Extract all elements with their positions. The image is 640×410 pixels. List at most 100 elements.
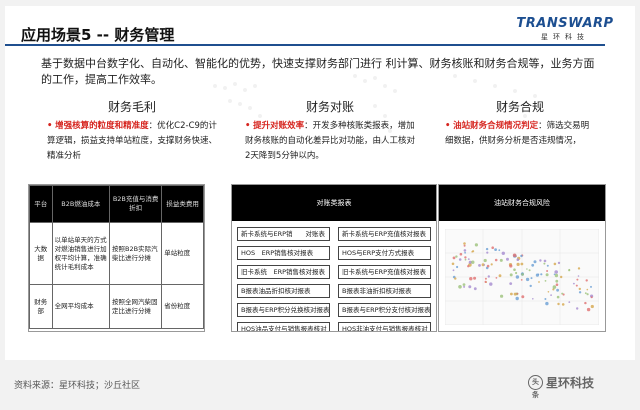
scatter-dot xyxy=(451,262,455,266)
scatter-dot xyxy=(467,265,470,268)
scatter-dot xyxy=(584,301,587,305)
scatter-dot xyxy=(586,307,591,312)
scatter-dot xyxy=(533,260,537,264)
scatter-dot xyxy=(545,273,549,277)
column-body: • 油站财务合规情况判定：筛选交易明细数据，供财务分析是否违规情况， xyxy=(445,119,595,149)
scatter-dot xyxy=(464,258,467,261)
scatter-dot xyxy=(576,307,579,310)
column-title: 财务对账 xyxy=(305,100,354,114)
scatter-dot xyxy=(586,293,589,296)
scatter-dot xyxy=(513,268,516,271)
scatter-dot xyxy=(520,254,523,258)
scatter-dot xyxy=(500,294,504,298)
scatter-dot xyxy=(530,277,533,280)
scatter-dot xyxy=(515,275,520,279)
scatter-dot xyxy=(568,301,571,303)
table-cell: 以单站单天的方式对燃油销售进行加权平均计算，准确统计毛利成本 xyxy=(51,222,111,285)
scatter-dot xyxy=(490,263,493,266)
scatter-dot xyxy=(546,264,549,267)
scatter-dot xyxy=(458,285,462,289)
slide: 应用场景5 -- 财务管理 TRANSWARP 星环科技 基于数据中台数字化、自… xyxy=(5,6,635,360)
table-cell: 省份粒度 xyxy=(161,284,204,329)
scatter-dot xyxy=(546,270,549,272)
report-list: 新卡系统与ERP销 对账表 新卡系统与ERP充值核对报表 HOS ERP销售核对… xyxy=(232,221,436,331)
scatter-dot xyxy=(552,285,557,289)
table-cell: 按照B2B实际汽柴比进行分摊 xyxy=(109,222,163,285)
report-item: 旧卡系统 ERP销售核对报表 xyxy=(237,265,330,279)
report-item: HOS ERP销售核对报表 xyxy=(237,246,330,260)
toutiao-icon: 头条 xyxy=(528,375,543,399)
bullet-icon: • xyxy=(445,121,451,131)
scatter-dot xyxy=(513,292,517,296)
scatter-dot xyxy=(456,265,459,269)
scatter-dot xyxy=(568,269,571,272)
table-cell: 大数据 xyxy=(29,222,53,285)
scatter-dot xyxy=(494,258,498,262)
scatter-dot xyxy=(463,244,466,247)
table-row: 财务部 全网平均成本 按照全网汽柴固定比进行分摊 省份粒度 xyxy=(29,284,204,329)
scatter-dot xyxy=(455,255,458,258)
scatter-dot xyxy=(483,264,486,266)
report-item: 新卡系统与ERP销 对账表 xyxy=(237,227,330,241)
table-header-cell: 平台 xyxy=(29,185,53,223)
scatter-dot xyxy=(510,292,513,296)
scatter-dot xyxy=(509,273,513,277)
column-highlight: 提升对账效率 xyxy=(253,121,305,131)
scatter-dot xyxy=(576,278,579,281)
scatter-dot xyxy=(532,298,534,300)
scatter-dot xyxy=(506,257,509,261)
scatter-dot xyxy=(520,279,523,281)
scatter-dot xyxy=(585,279,588,282)
scatter-dot xyxy=(555,279,559,283)
scatter-dot xyxy=(529,284,532,288)
scatter-dot xyxy=(467,258,470,260)
scatter-dot xyxy=(463,285,466,288)
scatter-dot xyxy=(452,256,456,260)
report-item: 旧卡系统与ERP充值核对报表 xyxy=(338,265,431,279)
reconciliation-reports-panel: 对账类报表 新卡系统与ERP销 对账表 新卡系统与ERP充值核对报表 HOS E… xyxy=(231,184,437,332)
column-title: 财务毛利 xyxy=(107,100,156,114)
title-divider xyxy=(5,44,605,46)
scatter-dot xyxy=(555,283,559,286)
scatter-dot xyxy=(575,284,578,287)
scatter-dot xyxy=(516,262,520,266)
scatter-dot xyxy=(553,273,556,276)
table-header-cell: B2B充值与消费折扣 xyxy=(109,185,163,223)
scatter-dot xyxy=(538,281,540,283)
column-title: 财务合规 xyxy=(495,100,544,114)
scatter-dot xyxy=(540,273,543,276)
scatter-dot xyxy=(486,264,490,268)
report-item: B报表与ERP积分支付核对报表 xyxy=(338,303,431,317)
scatter-dot xyxy=(498,249,501,252)
scatter-dot xyxy=(463,249,467,252)
intro-paragraph: 基于数据中台数字化、自动化、智能化的优势，快速支撑财务部门进行 利计算、财务核账… xyxy=(41,57,595,86)
table-cell: 按照全网汽柴固定比进行分摊 xyxy=(109,284,163,329)
scatter-dot xyxy=(498,274,502,278)
scatter-dot xyxy=(531,263,535,267)
scatter-dot xyxy=(590,285,592,288)
scatter-dot xyxy=(473,276,477,280)
column-compliance: 财务合规 • 油站财务合规情况判定：筛选交易明细数据，供财务分析是否违规情况， xyxy=(445,98,595,149)
scatter-dot xyxy=(557,261,561,265)
report-item: HOS与ERP支付方式报表 xyxy=(338,246,431,260)
scatter-dot xyxy=(578,287,581,291)
scatter-dot xyxy=(539,259,542,262)
logo-wordmark: TRANSWARP xyxy=(516,16,614,31)
scatter-dot xyxy=(521,295,525,299)
scatter-dot xyxy=(543,262,546,265)
panel-title: 油站财务合规风险 xyxy=(439,185,605,221)
scatter-dot xyxy=(586,288,589,291)
scatter-dot xyxy=(515,271,518,275)
scatter-dot xyxy=(590,304,594,309)
scatter-dot xyxy=(484,277,487,280)
column-body: • 增强核算的粒度和精准度：优化C2-C9的计算逻辑，损益支持单站粒度，支撑财务… xyxy=(47,119,217,164)
scatter-dot xyxy=(521,273,524,276)
scatter-dot xyxy=(537,273,540,276)
scatter-dot xyxy=(464,251,466,254)
scatter-dot xyxy=(486,251,489,254)
column-body: • 提升对账效率：开发多种核账类报表，增加财务核账的自动化差异比对功能，由人工核… xyxy=(245,119,415,164)
scatter-dot xyxy=(561,303,565,306)
scatter-dot xyxy=(509,282,513,285)
report-item: B报表与ERP积分兑换核对报表 xyxy=(237,303,330,317)
scatter-dot xyxy=(553,262,557,266)
